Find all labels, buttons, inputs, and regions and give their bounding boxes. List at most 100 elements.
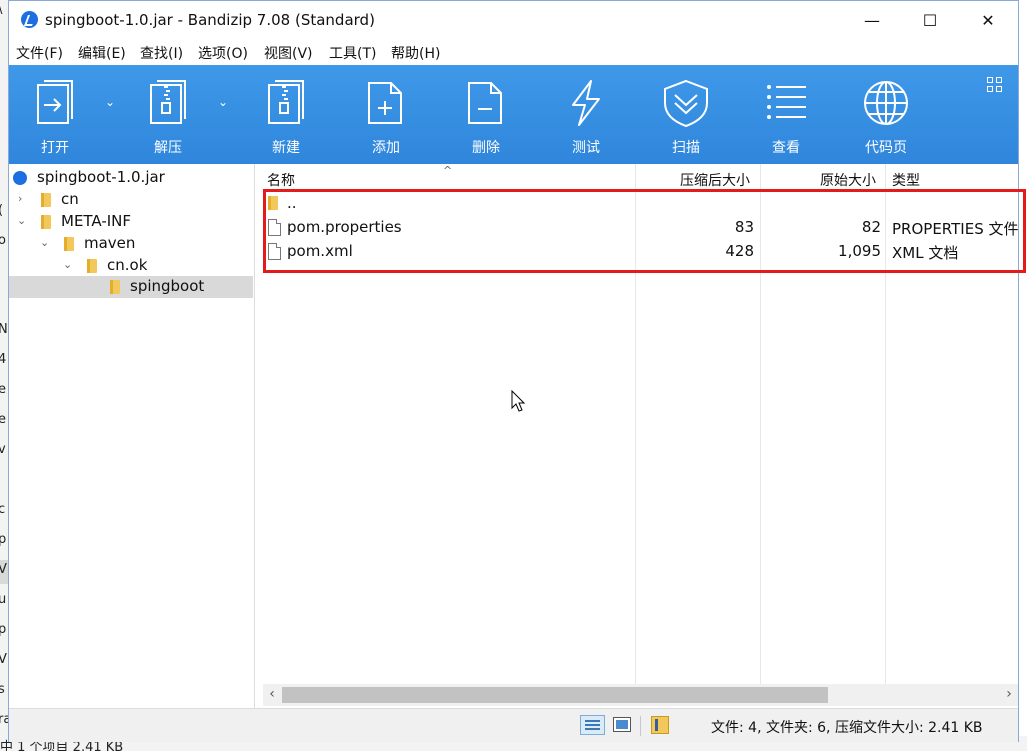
bg-char: e — [0, 382, 6, 397]
folder-icon — [87, 259, 97, 273]
scroll-left-icon[interactable]: ‹ — [263, 686, 281, 702]
lightning-icon — [572, 80, 600, 126]
codepage-button[interactable]: 代码页 — [846, 65, 926, 164]
extract-icon — [150, 80, 186, 124]
tree-item-label: cn — [61, 190, 79, 208]
extract-label: 解压 — [154, 140, 182, 156]
folder-icon — [110, 280, 120, 294]
view-button[interactable]: 查看 — [746, 65, 826, 164]
column-header-original[interactable]: 原始大小 — [820, 164, 876, 191]
chevron-down-icon[interactable]: ⌄ — [40, 236, 49, 249]
add-label: 添加 — [372, 140, 400, 156]
tree-item-label: cn.ok — [107, 256, 148, 274]
bg-char: N — [0, 322, 8, 337]
bg-char: p — [0, 622, 6, 637]
tree-item-cn-ok[interactable]: ⌄ cn.ok — [9, 255, 253, 277]
delete-label: 删除 — [472, 140, 500, 156]
layout-grid-icon[interactable] — [987, 77, 1005, 95]
delete-file-icon — [468, 82, 502, 124]
horizontal-scrollbar[interactable]: ‹ › — [263, 684, 1018, 706]
shield-icon — [664, 79, 708, 127]
bg-char: 4 — [0, 352, 6, 367]
archive-info-icon[interactable] — [651, 716, 669, 734]
menu-options[interactable]: 选项(O) — [198, 43, 248, 63]
globe-icon — [864, 81, 908, 125]
chevron-right-icon[interactable]: › — [18, 192, 22, 205]
open-dropdown-chevron-icon[interactable]: ⌄ — [105, 95, 119, 109]
menu-help[interactable]: 帮助(H) — [391, 43, 440, 63]
tree-item-label: META-INF — [61, 212, 132, 230]
bg-char: s — [0, 682, 5, 697]
list-view-icon — [767, 85, 806, 119]
tree-item-label: maven — [84, 234, 136, 252]
column-header-compressed[interactable]: 压缩后大小 — [680, 164, 750, 191]
tree-item-label: spingboot — [130, 277, 205, 295]
scroll-thumb[interactable] — [282, 687, 828, 703]
folder-icon — [41, 215, 51, 229]
menu-bar: 文件(F) 编辑(E) 查找(I) 选项(O) 视图(V) 工具(T) 帮助(H… — [9, 39, 1018, 65]
bg-char: ( — [0, 203, 3, 218]
pane-splitter[interactable] — [255, 164, 263, 708]
column-header-type[interactable]: 类型 — [892, 164, 920, 191]
test-button[interactable]: 测试 — [546, 65, 626, 164]
bg-char: c — [0, 502, 5, 517]
menu-find[interactable]: 查找(I) — [140, 43, 183, 63]
sort-ascending-icon: ^ — [443, 164, 453, 177]
tree-item-spingboot[interactable]: spingboot — [9, 276, 253, 298]
window-title: spingboot-1.0.jar - Bandizip 7.08 (Stand… — [45, 11, 375, 29]
toolbar: 打开 ⌄ 解压 ⌄ 新建 添加 删除 测试 扫描 查看 代码页 — [9, 65, 1018, 164]
column-header-name[interactable]: 名称 — [267, 164, 295, 191]
bg-char: v — [0, 442, 6, 457]
bg-char: o — [0, 233, 6, 248]
tree-item-maven[interactable]: ⌄ maven — [9, 233, 253, 255]
scan-button[interactable]: 扫描 — [646, 65, 726, 164]
add-file-icon — [368, 82, 402, 124]
view-label: 查看 — [772, 140, 800, 156]
new-label: 新建 — [272, 140, 300, 156]
bandizip-window: spingboot-1.0.jar - Bandizip 7.08 (Stand… — [8, 0, 1019, 742]
menu-file[interactable]: 文件(F) — [16, 43, 63, 63]
chevron-down-icon[interactable]: ⌄ — [63, 258, 72, 271]
title-bar: spingboot-1.0.jar - Bandizip 7.08 (Stand… — [9, 1, 1018, 39]
open-icon — [37, 80, 73, 124]
mouse-cursor-icon — [511, 390, 526, 412]
add-button[interactable]: 添加 — [346, 65, 426, 164]
status-summary: 文件: 4, 文件夹: 6, 压缩文件大小: 2.41 KB — [711, 720, 983, 736]
red-highlight-box — [263, 189, 1026, 273]
close-button[interactable]: ✕ — [959, 1, 1017, 39]
menu-edit[interactable]: 编辑(E) — [78, 43, 126, 63]
status-bar: 文件: 4, 文件夹: 6, 压缩文件大小: 2.41 KB — [9, 708, 1018, 742]
bg-char: p — [0, 532, 6, 547]
thumbnail-view-icon[interactable] — [613, 717, 631, 732]
open-button[interactable]: 打开 — [15, 65, 95, 164]
maximize-button[interactable]: ☐ — [901, 1, 959, 39]
tree-item-meta-inf[interactable]: ⌄ META-INF — [9, 211, 253, 233]
bg-char: \ — [0, 2, 2, 17]
extract-button[interactable]: 解压 — [128, 65, 208, 164]
tree-item-root[interactable]: spingboot-1.0.jar — [9, 167, 253, 189]
new-button[interactable]: 新建 — [246, 65, 326, 164]
menu-tools[interactable]: 工具(T) — [329, 43, 376, 63]
test-label: 测试 — [572, 140, 600, 156]
menu-view[interactable]: 视图(V) — [264, 43, 313, 63]
bg-char: u — [0, 592, 6, 607]
status-divider — [640, 716, 641, 736]
new-archive-icon — [268, 80, 304, 124]
chevron-down-icon[interactable]: ⌄ — [17, 214, 26, 227]
open-label: 打开 — [41, 140, 69, 156]
minimize-button[interactable]: — — [843, 1, 901, 39]
tree-item-label: spingboot-1.0.jar — [37, 168, 165, 186]
scroll-right-icon[interactable]: › — [1000, 686, 1018, 702]
folder-icon — [41, 193, 51, 207]
bg-char: e — [0, 412, 6, 427]
extract-dropdown-chevron-icon[interactable]: ⌄ — [218, 95, 232, 109]
scan-label: 扫描 — [672, 140, 700, 156]
folder-tree: spingboot-1.0.jar › cn ⌄ META-INF ⌄ mave… — [9, 164, 255, 708]
delete-button[interactable]: 删除 — [446, 65, 526, 164]
codepage-label: 代码页 — [865, 140, 907, 156]
details-view-icon[interactable] — [580, 715, 605, 735]
bg-char: V — [0, 562, 7, 577]
tree-item-cn[interactable]: › cn — [9, 189, 253, 211]
folder-icon — [64, 237, 74, 251]
archive-icon — [13, 171, 27, 185]
